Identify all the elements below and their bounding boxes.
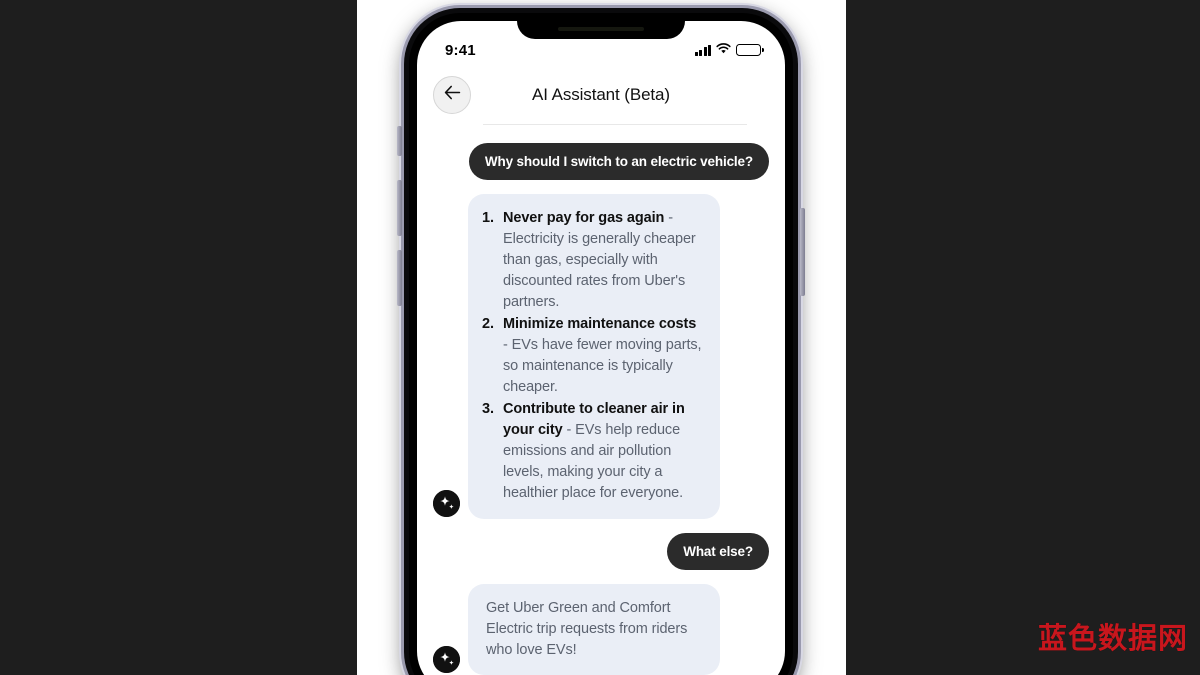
chat-row-assistant: Get Uber Green and Comfort Electric trip…: [433, 584, 769, 675]
watermark: 蓝色数据网: [1037, 621, 1188, 655]
volume-up-button[interactable]: [397, 180, 402, 236]
phone-screen: 9:41 AI Assistant (Beta) Why should I sw…: [417, 21, 785, 675]
silent-switch[interactable]: [397, 126, 402, 156]
list-item-title: Never pay for gas again: [503, 210, 665, 226]
chat-row-user: What else?: [433, 533, 769, 571]
wifi-icon: [716, 41, 731, 59]
chat-thread: Why should I switch to an electric vehic…: [417, 125, 785, 675]
user-message-bubble[interactable]: Why should I switch to an electric vehic…: [468, 143, 769, 180]
phone-device-frame: 9:41 AI Assistant (Beta) Why should I sw…: [397, 8, 805, 675]
status-bar: 9:41: [417, 21, 785, 65]
list-item: Never pay for gas again - Electricity is…: [482, 208, 704, 313]
assistant-message-bubble[interactable]: Get Uber Green and Comfort Electric trip…: [468, 584, 720, 675]
list-item-title: Minimize maintenance costs: [503, 316, 697, 333]
benefit-list: Never pay for gas again - Electricity is…: [482, 208, 704, 504]
chat-row-assistant: Never pay for gas again - Electricity is…: [433, 194, 769, 520]
user-message-bubble[interactable]: What else?: [667, 533, 769, 571]
power-button[interactable]: [800, 208, 805, 296]
volume-down-button[interactable]: [397, 250, 402, 306]
nav-divider: [483, 124, 747, 125]
status-icon-group: [694, 41, 764, 59]
status-clock: 9:41: [445, 41, 476, 59]
ai-sparkle-icon: [433, 490, 460, 518]
list-item-body: - EVs have fewer moving parts, so mainte…: [503, 337, 702, 396]
page-title: AI Assistant (Beta): [532, 85, 670, 104]
back-arrow-icon: [444, 85, 461, 105]
nav-header: AI Assistant (Beta): [417, 65, 785, 125]
list-item: Contribute to cleaner air in your city -…: [482, 399, 704, 504]
assistant-message-bubble[interactable]: Never pay for gas again - Electricity is…: [468, 194, 720, 520]
cellular-signal-icon: [694, 44, 711, 56]
chat-row-user: Why should I switch to an electric vehic…: [433, 143, 769, 180]
stage: 9:41 AI Assistant (Beta) Why should I sw…: [0, 0, 1200, 675]
back-button[interactable]: [433, 76, 471, 114]
list-item: Minimize maintenance costs - EVs have fe…: [482, 314, 704, 398]
battery-icon: [736, 44, 764, 56]
ai-sparkle-icon: [433, 646, 460, 674]
